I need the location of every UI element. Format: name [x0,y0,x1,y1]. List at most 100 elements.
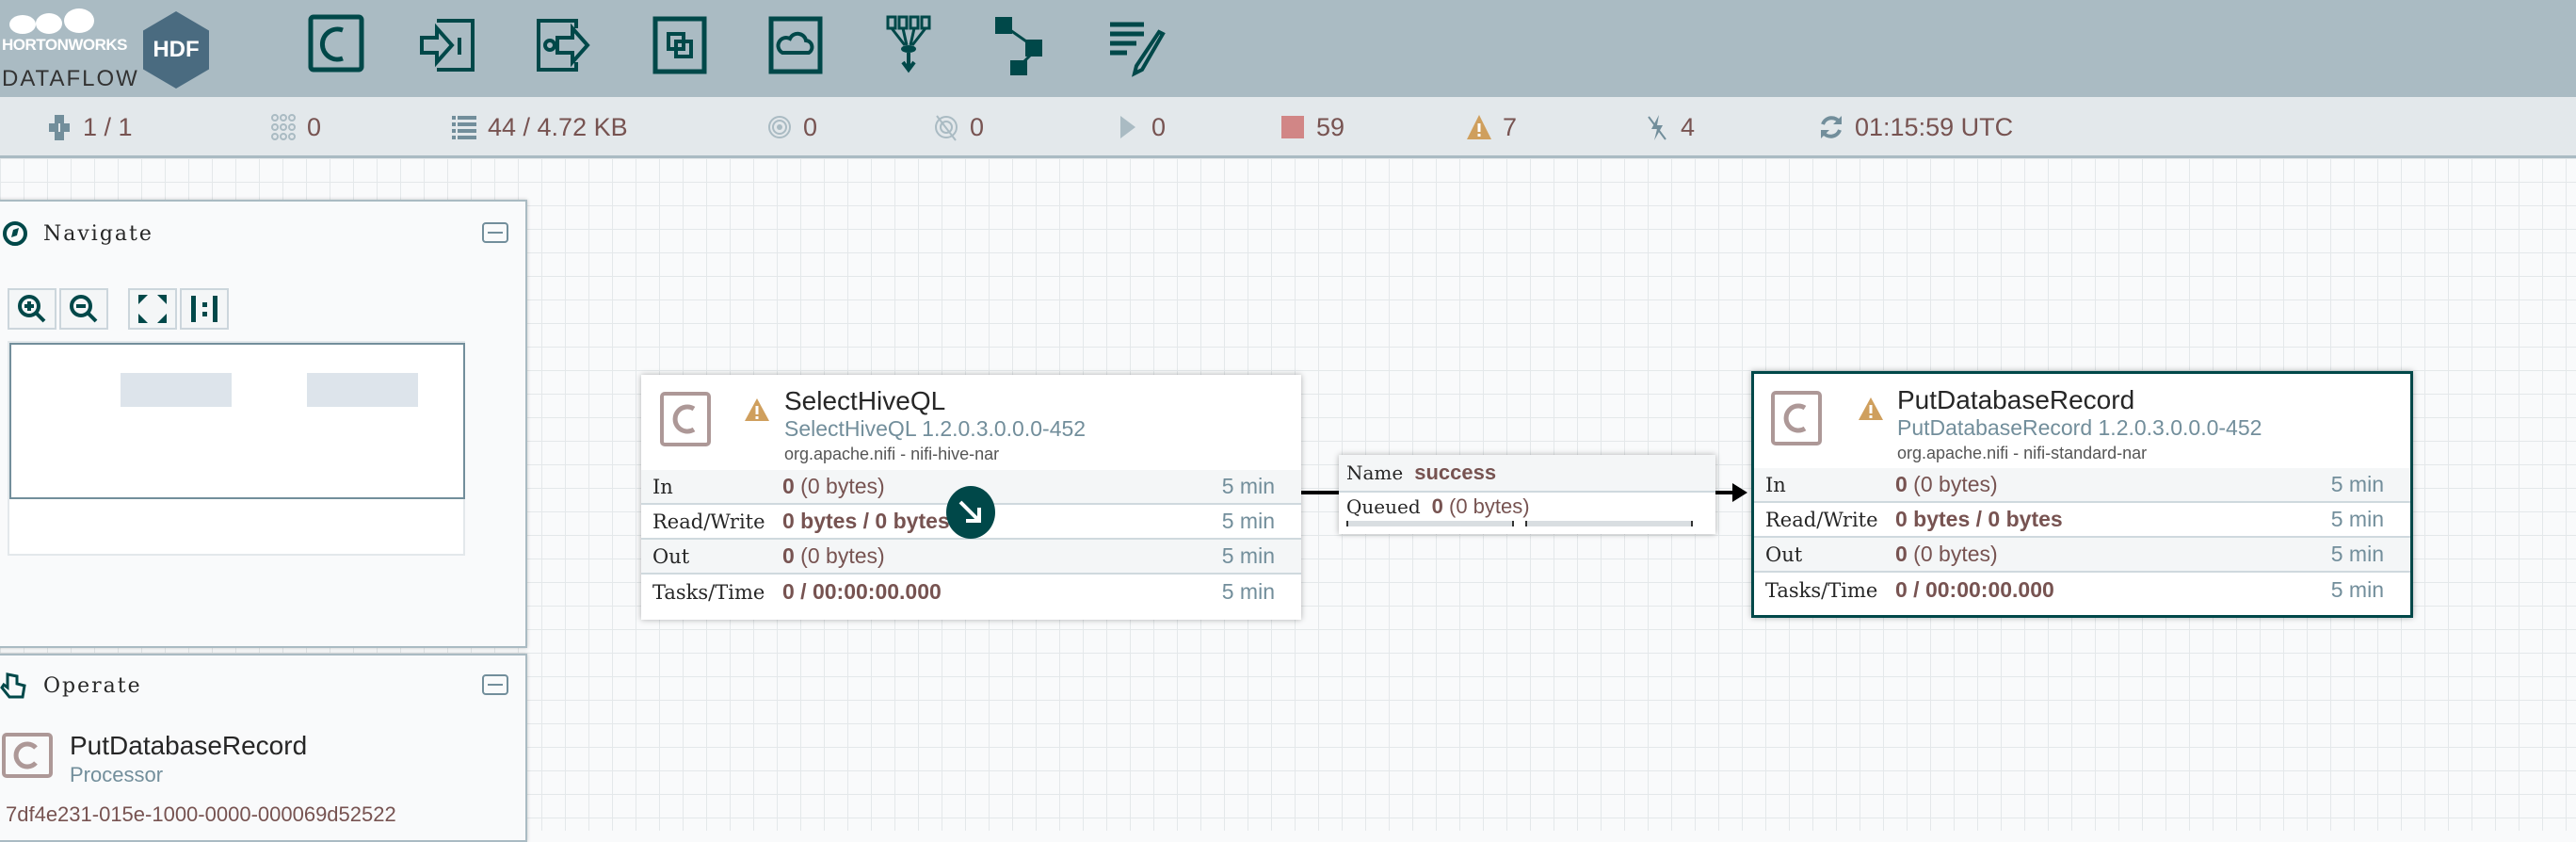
refresh-icon [1821,116,1842,138]
status-running: 0 [1114,108,1166,146]
status-disabled: 4 [1643,108,1695,146]
stat-value: 0 [782,474,795,498]
stat-label: Out [1765,542,1803,566]
one-to-one-icon [191,296,217,322]
processor-bundle: org.apache.nifi - nifi-standard-nar [1897,444,2148,462]
navigate-collapse-button[interactable] [482,222,508,243]
status-invalid: 7 [1465,108,1517,146]
status-stopped: 59 [1279,108,1344,146]
selected-component-type: Processor [70,763,164,786]
stat-window: 5 min [2330,507,2384,531]
stat-label: In [652,475,673,498]
status-not-transmitting: 0 [932,108,984,146]
stat-value: 0 [782,543,795,568]
processor-icon [660,392,711,446]
birdseye-processor [121,373,232,407]
stat-label: Tasks/Time [652,580,765,604]
stat-value: 0 bytes / 0 bytes [782,509,950,533]
birdseye-view[interactable] [8,341,465,556]
actual-size-button[interactable] [180,288,229,330]
header: HORTONWORKS DATAFLOW HDF [0,0,2576,97]
compass-icon [3,221,27,246]
add-input-port-button[interactable] [414,11,482,79]
cubes-icon [49,115,70,140]
disabled-bolt-icon [1648,115,1666,140]
dots-grid-icon [271,114,296,140]
stats-row-out: Out 0 (0 bytes) 5 min [1754,538,2410,573]
navigate-title: Navigate [43,222,153,246]
play-icon [1120,116,1135,138]
invalid-count: 7 [1503,112,1518,141]
template-icon [995,17,1042,75]
stat-window: 5 min [1221,509,1275,533]
processor-name: SelectHiveQL [784,386,946,415]
stat-label: Read/Write [1765,508,1878,531]
brand-text: HORTONWORKS [2,36,128,54]
stats-row-tasks-time: Tasks/Time 0 / 00:00:00.000 5 min [641,575,1301,609]
status-transmitting: 1 / 1 [45,108,133,146]
zoom-in-button[interactable] [8,288,56,330]
status-transmitting-remote: 0 [765,108,817,146]
stat-value: 0 bytes / 0 bytes [1895,507,2063,531]
add-remote-process-group-button[interactable] [762,11,829,79]
processor-selecthiveql[interactable]: SelectHiveQL SelectHiveQL 1.2.0.3.0.0.0-… [641,375,1301,620]
expand-icon [138,295,167,323]
warning-icon [1467,115,1491,139]
processor-type: PutDatabaseRecord 1.2.0.3.0.0.0-452 [1897,415,2262,440]
birdseye-processor [307,373,418,407]
add-label-button[interactable] [1104,11,1172,79]
connection-drag-handle[interactable] [946,486,995,539]
running-count: 0 [1151,112,1167,141]
backpressure-size-bar [1525,521,1693,526]
stat-value: 0 / 00:00:00.000 [1895,577,2054,602]
connection-name: success [1414,461,1497,484]
stat-window: 5 min [2330,472,2384,496]
warning-icon[interactable] [744,397,770,422]
processor-stats: In 0 (0 bytes) 5 min Read/Write 0 bytes / 0… [1754,468,2410,607]
hand-pointer-icon [0,672,26,699]
stat-window: 5 min [1221,474,1275,498]
product-text: DATAFLOW [2,66,139,91]
stat-window: 5 min [1221,579,1275,604]
add-process-group-button[interactable] [646,11,714,79]
funnel-icon [886,15,931,73]
stat-value: 0 [1895,472,1908,496]
zoom-in-icon [18,295,46,323]
stat-detail: (0 bytes) [1907,542,1998,566]
stats-row-read-write: Read/Write 0 bytes / 0 bytes 5 min [1754,503,2410,538]
status-queued: 44 / 4.72 KB [450,108,628,146]
process-group-icon [652,16,707,74]
add-processor-button[interactable] [303,11,371,79]
output-port-icon [537,19,590,72]
stats-row-tasks-time: Tasks/Time 0 / 00:00:00.000 5 min [1754,573,2410,607]
status-process-groups: 0 [269,108,321,146]
input-port-icon [420,19,475,72]
stat-detail: (0 bytes) [794,543,885,568]
operate-title: Operate [43,674,142,698]
processor-putdatabaserecord[interactable]: PutDatabaseRecord PutDatabaseRecord 1.2.… [1751,371,2413,618]
zoom-out-icon [70,295,98,323]
processor-type: SelectHiveQL 1.2.0.3.0.0.0-452 [784,416,1087,441]
queued-label: Queued [1346,495,1421,518]
connection-name-row: Name success [1339,455,1715,493]
add-output-port-button[interactable] [529,11,597,79]
add-template-button[interactable] [988,11,1055,79]
warning-icon[interactable] [1858,397,1884,421]
status-refresh[interactable]: 01:15:59 UTC [1817,108,2013,146]
fit-button[interactable] [128,288,177,330]
processor-bundle: org.apache.nifi - nifi-hive-nar [784,445,1000,463]
queued-size: (0 bytes) [1442,494,1530,518]
processor-icon [308,14,364,73]
zoom-out-button[interactable] [59,288,108,330]
stat-label: Tasks/Time [1765,578,1878,602]
arrow-down-right-icon [958,500,981,523]
add-funnel-button[interactable] [875,11,942,79]
stats-row-in: In 0 (0 bytes) 5 min [1754,468,2410,503]
last-refreshed: 01:15:59 UTC [1855,112,2014,141]
birdseye-viewport[interactable] [9,343,465,499]
connection-label[interactable]: Name success Queued 0 (0 bytes) [1339,455,1715,534]
transmitting-count: 1 / 1 [83,112,133,141]
backpressure-object-bar [1346,521,1514,526]
stat-detail: (0 bytes) [1907,472,1998,496]
operate-collapse-button[interactable] [482,674,508,695]
